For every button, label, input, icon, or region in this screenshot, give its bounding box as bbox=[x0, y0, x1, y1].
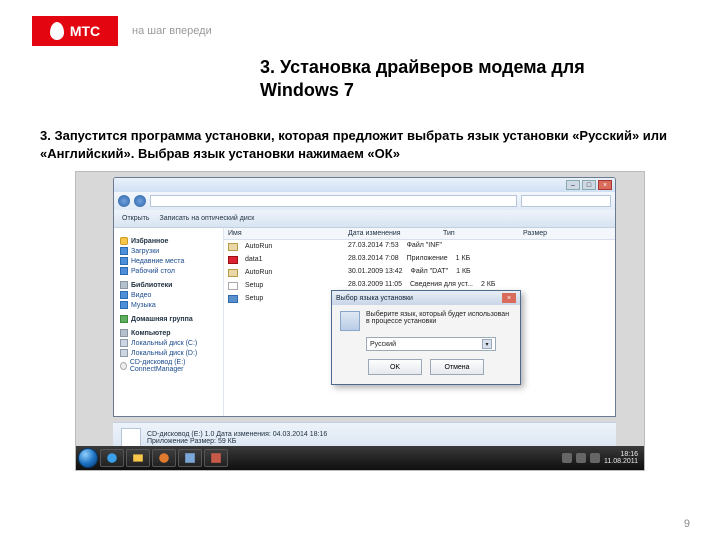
file-row[interactable]: AutoRun 30.01.2009 13:42Файл "DAT"1 КБ bbox=[224, 266, 615, 279]
column-headers[interactable]: Имя Дата изменения Тип Размер bbox=[224, 228, 615, 240]
sidebar-item-label[interactable]: Локальный диск (D:) bbox=[131, 350, 197, 357]
file-name: Setup bbox=[241, 294, 267, 303]
disk-icon bbox=[120, 349, 128, 357]
taskbar: 18:16 11.08.2011 bbox=[76, 446, 644, 470]
details-line2: Приложение Размер: 59 КБ bbox=[147, 438, 327, 445]
slide-title: 3. Установка драйверов модема для Window… bbox=[260, 56, 640, 101]
ok-button[interactable]: OK bbox=[368, 359, 422, 375]
file-name: AutoRun bbox=[241, 242, 276, 251]
minimize-button[interactable]: – bbox=[566, 180, 580, 190]
mts-egg-icon bbox=[50, 22, 64, 40]
brand-slogan: на шаг впереди bbox=[132, 25, 212, 37]
star-icon bbox=[120, 237, 128, 245]
toolbar-burn[interactable]: Записать на оптический диск bbox=[160, 215, 255, 222]
sidebar-favorites[interactable]: Избранное bbox=[131, 238, 168, 245]
maximize-button[interactable]: □ bbox=[582, 180, 596, 190]
file-type: Приложение bbox=[403, 254, 452, 265]
system-tray[interactable]: 18:16 11.08.2011 bbox=[562, 451, 642, 465]
file-name: AutoRun bbox=[241, 268, 276, 277]
file-size: 1 КБ bbox=[452, 267, 475, 278]
clock-time: 18:16 bbox=[604, 451, 638, 458]
sidebar-item-label[interactable]: Загрузки bbox=[131, 248, 159, 255]
library-icon bbox=[120, 281, 128, 289]
disk-icon bbox=[120, 339, 128, 347]
page-number: 9 bbox=[684, 518, 690, 530]
toolbar-open[interactable]: Открыть bbox=[122, 215, 150, 222]
sidebar-item-label[interactable]: Видео bbox=[131, 292, 151, 299]
dialog-close-button[interactable]: × bbox=[502, 293, 516, 303]
cancel-button[interactable]: Отмена bbox=[430, 359, 484, 375]
file-row[interactable]: AutoRun 27.03.2014 7:53Файл "INF" bbox=[224, 240, 615, 253]
folder-icon bbox=[120, 257, 128, 265]
file-name: data1 bbox=[241, 255, 267, 264]
sidebar-item-label[interactable]: Рабочий стол bbox=[131, 268, 175, 275]
file-icon bbox=[228, 256, 238, 264]
explorer-address-bar bbox=[114, 192, 615, 210]
explorer-titlebar: – □ × bbox=[114, 178, 615, 192]
chevron-down-icon[interactable]: ▾ bbox=[482, 339, 492, 349]
nav-back-icon[interactable] bbox=[118, 195, 130, 207]
details-line1: CD-дисковод (E:) 1.0 Дата изменения: 04.… bbox=[147, 431, 327, 438]
file-size: 1 КБ bbox=[452, 254, 475, 265]
sidebar-computer[interactable]: Компьютер bbox=[131, 330, 171, 337]
nav-forward-icon[interactable] bbox=[134, 195, 146, 207]
dialog-message: Выберите язык, который будет использован… bbox=[366, 311, 512, 325]
sidebar-item-label[interactable]: Локальный диск (C:) bbox=[131, 340, 197, 347]
computer-icon bbox=[120, 329, 128, 337]
language-combobox[interactable]: Русский ▾ bbox=[366, 337, 496, 351]
tray-icon[interactable] bbox=[590, 453, 600, 463]
file-size bbox=[446, 241, 454, 252]
mts-logo: МТС bbox=[32, 16, 118, 46]
sidebar-item-label[interactable]: CD-дисковод (E:) ConnectManager bbox=[130, 359, 219, 373]
globe-icon bbox=[340, 311, 360, 331]
file-date: 28.03.2014 7:08 bbox=[344, 254, 403, 265]
file-icon bbox=[228, 295, 238, 303]
search-field[interactable] bbox=[521, 195, 611, 207]
sidebar-homegroup[interactable]: Домашняя группа bbox=[131, 316, 193, 323]
taskbar-ie-icon[interactable] bbox=[100, 449, 124, 467]
details-thumbnail-icon bbox=[121, 428, 141, 448]
taskbar-explorer-icon[interactable] bbox=[126, 449, 150, 467]
explorer-sidebar: Избранное Загрузки Недавние места Рабочи… bbox=[114, 228, 224, 416]
taskbar-app-icon[interactable] bbox=[204, 449, 228, 467]
folder-icon bbox=[120, 247, 128, 255]
screenshot: – □ × Открыть Записать на оптический дис… bbox=[75, 171, 645, 471]
slide-body: 3. Запустится программа установки, котор… bbox=[40, 127, 680, 163]
file-date: 27.03.2014 7:53 bbox=[344, 241, 403, 252]
start-button[interactable] bbox=[78, 448, 98, 468]
file-date: 30.01.2009 13:42 bbox=[344, 267, 407, 278]
file-icon bbox=[228, 282, 238, 290]
explorer-toolbar: Открыть Записать на оптический диск bbox=[114, 210, 615, 228]
folder-icon bbox=[120, 291, 128, 299]
language-selected: Русский bbox=[370, 341, 396, 348]
col-type[interactable]: Тип bbox=[439, 228, 519, 239]
tray-icon[interactable] bbox=[562, 453, 572, 463]
homegroup-icon bbox=[120, 315, 128, 323]
close-button[interactable]: × bbox=[598, 180, 612, 190]
file-type: Файл "DAT" bbox=[407, 267, 453, 278]
file-name: Setup bbox=[241, 281, 267, 290]
file-type: Файл "INF" bbox=[403, 241, 446, 252]
col-name[interactable]: Имя bbox=[224, 228, 344, 239]
dialog-title: Выбор языка установки bbox=[336, 295, 413, 302]
folder-icon bbox=[120, 267, 128, 275]
folder-icon bbox=[120, 301, 128, 309]
taskbar-media-icon[interactable] bbox=[152, 449, 176, 467]
cd-icon bbox=[120, 362, 127, 370]
file-icon bbox=[228, 243, 238, 251]
brand-name: МТС bbox=[70, 23, 100, 39]
address-field[interactable] bbox=[150, 195, 517, 207]
tray-icon[interactable] bbox=[576, 453, 586, 463]
sidebar-libraries[interactable]: Библиотеки bbox=[131, 282, 172, 289]
col-size[interactable]: Размер bbox=[519, 228, 569, 239]
clock-date: 11.08.2011 bbox=[604, 458, 638, 465]
file-icon bbox=[228, 269, 238, 277]
sidebar-item-label[interactable]: Недавние места bbox=[131, 258, 184, 265]
language-dialog: Выбор языка установки × Выберите язык, к… bbox=[331, 290, 521, 385]
taskbar-app-icon[interactable] bbox=[178, 449, 202, 467]
file-row[interactable]: data1 28.03.2014 7:08Приложение1 КБ bbox=[224, 253, 615, 266]
col-date[interactable]: Дата изменения bbox=[344, 228, 439, 239]
sidebar-item-label[interactable]: Музыка bbox=[131, 302, 156, 309]
dialog-titlebar: Выбор языка установки × bbox=[332, 291, 520, 305]
